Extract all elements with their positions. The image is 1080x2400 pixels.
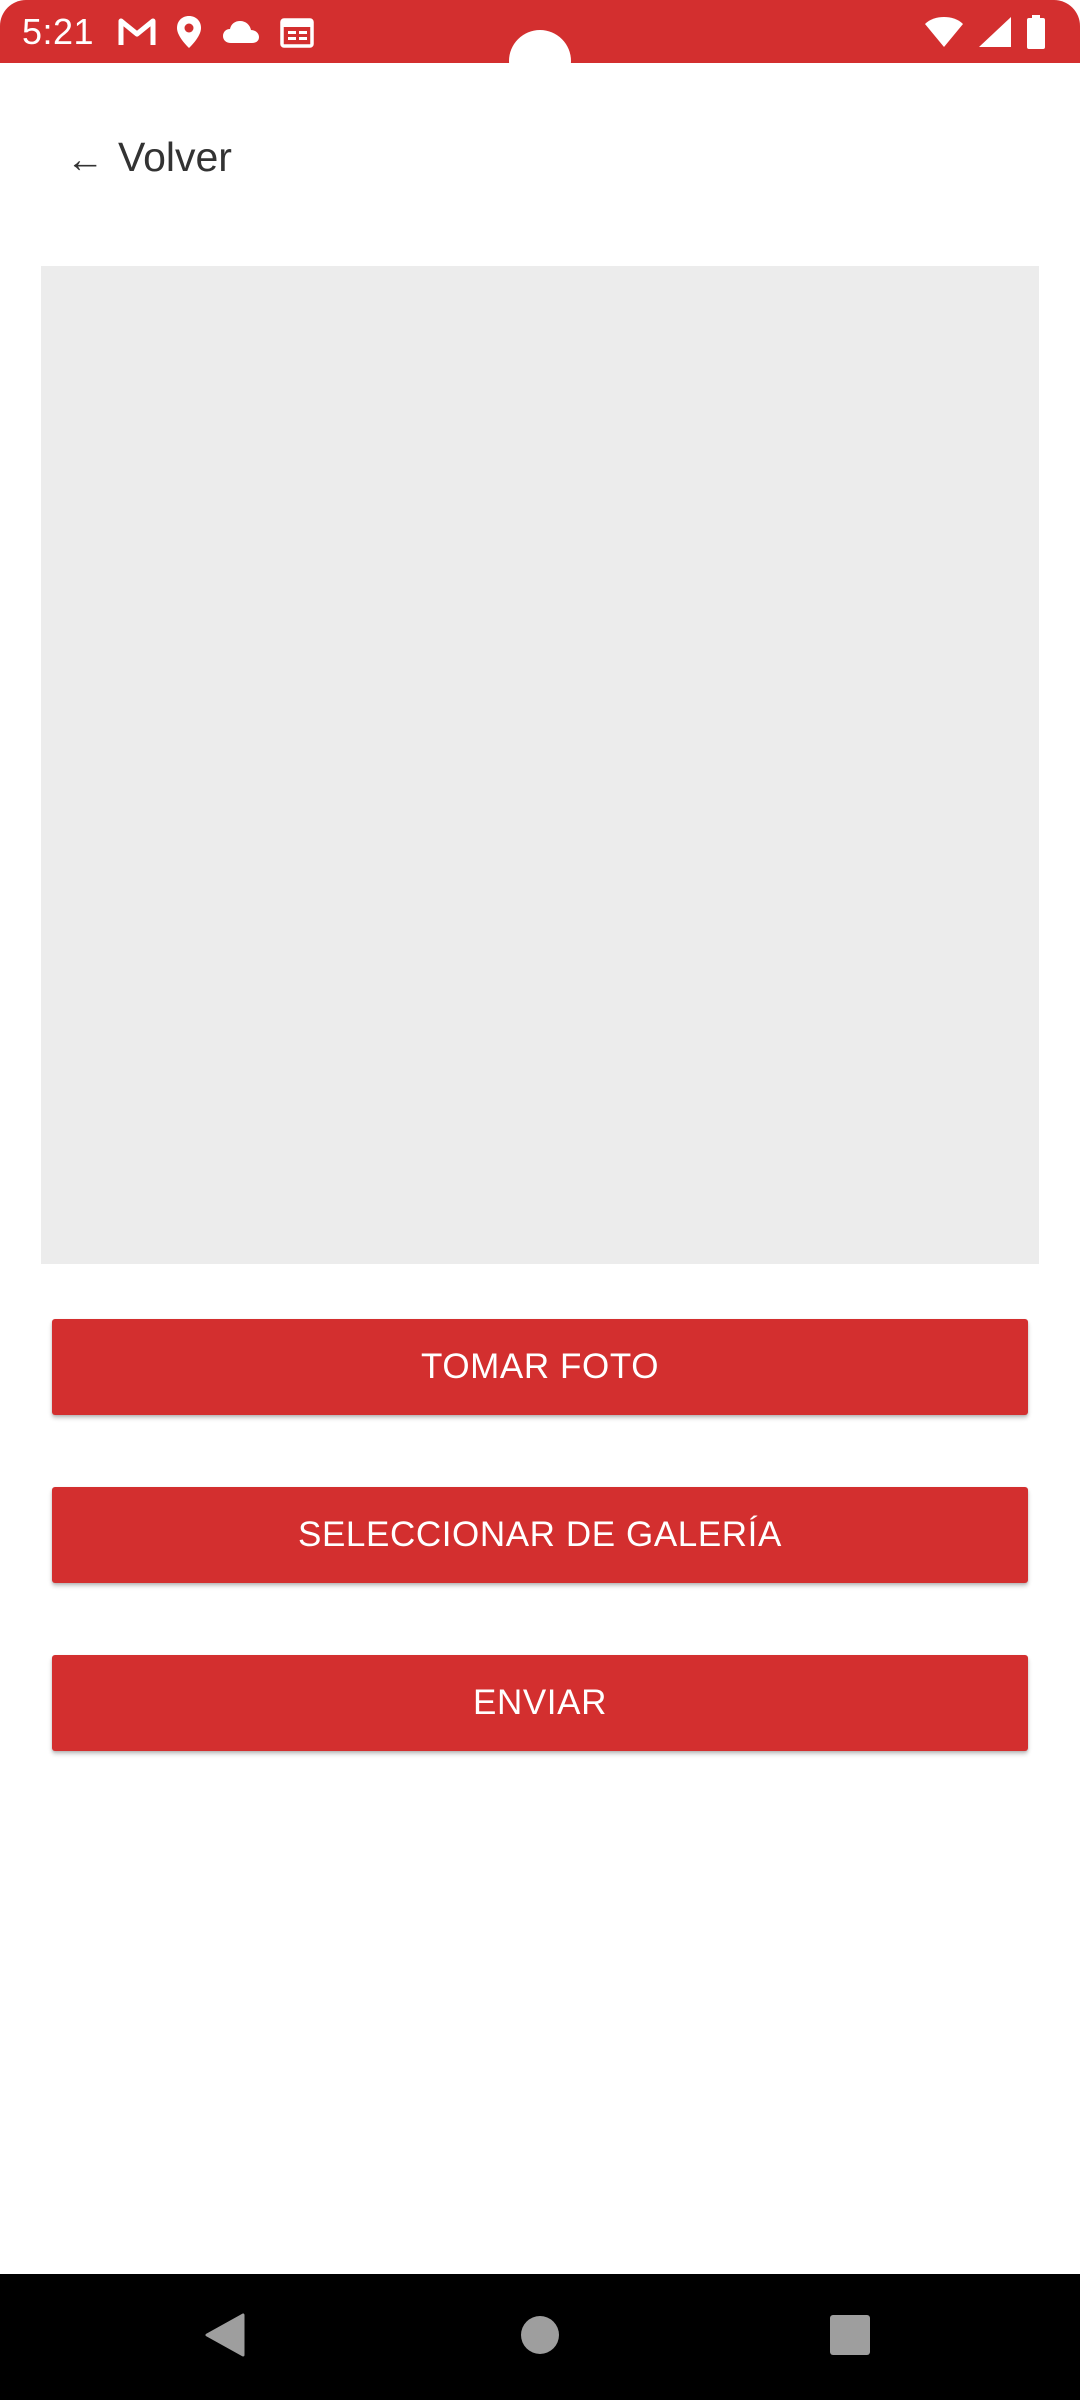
status-time: 5:21	[22, 11, 95, 52]
back-arrow-icon: ←	[66, 139, 104, 181]
take-photo-button[interactable]: TOMAR FOTO	[52, 1319, 1028, 1415]
cellular-signal-icon	[978, 16, 1012, 48]
back-link[interactable]: ← Volver	[66, 132, 232, 182]
cloud-icon	[222, 19, 260, 45]
location-pin-icon	[176, 15, 202, 49]
select-from-gallery-button[interactable]: SELECCIONAR DE GALERÍA	[52, 1487, 1028, 1583]
nav-home-button[interactable]	[480, 2274, 600, 2400]
nav-back-button[interactable]	[165, 2274, 285, 2400]
home-circle-icon	[520, 2315, 560, 2360]
nav-recents-button[interactable]	[790, 2274, 910, 2400]
battery-icon	[1026, 15, 1046, 49]
recents-square-icon	[829, 2314, 871, 2361]
calendar-icon	[280, 16, 314, 48]
wifi-icon	[924, 16, 964, 48]
camera-cutout	[509, 30, 571, 92]
notification-icons	[118, 12, 314, 52]
back-triangle-icon	[203, 2311, 247, 2364]
gmail-icon	[118, 17, 156, 47]
system-icons	[924, 12, 1046, 52]
navigation-bar	[0, 2274, 1080, 2400]
image-preview	[41, 266, 1039, 1264]
back-label: Volver	[118, 134, 232, 180]
send-button[interactable]: ENVIAR	[52, 1655, 1028, 1751]
